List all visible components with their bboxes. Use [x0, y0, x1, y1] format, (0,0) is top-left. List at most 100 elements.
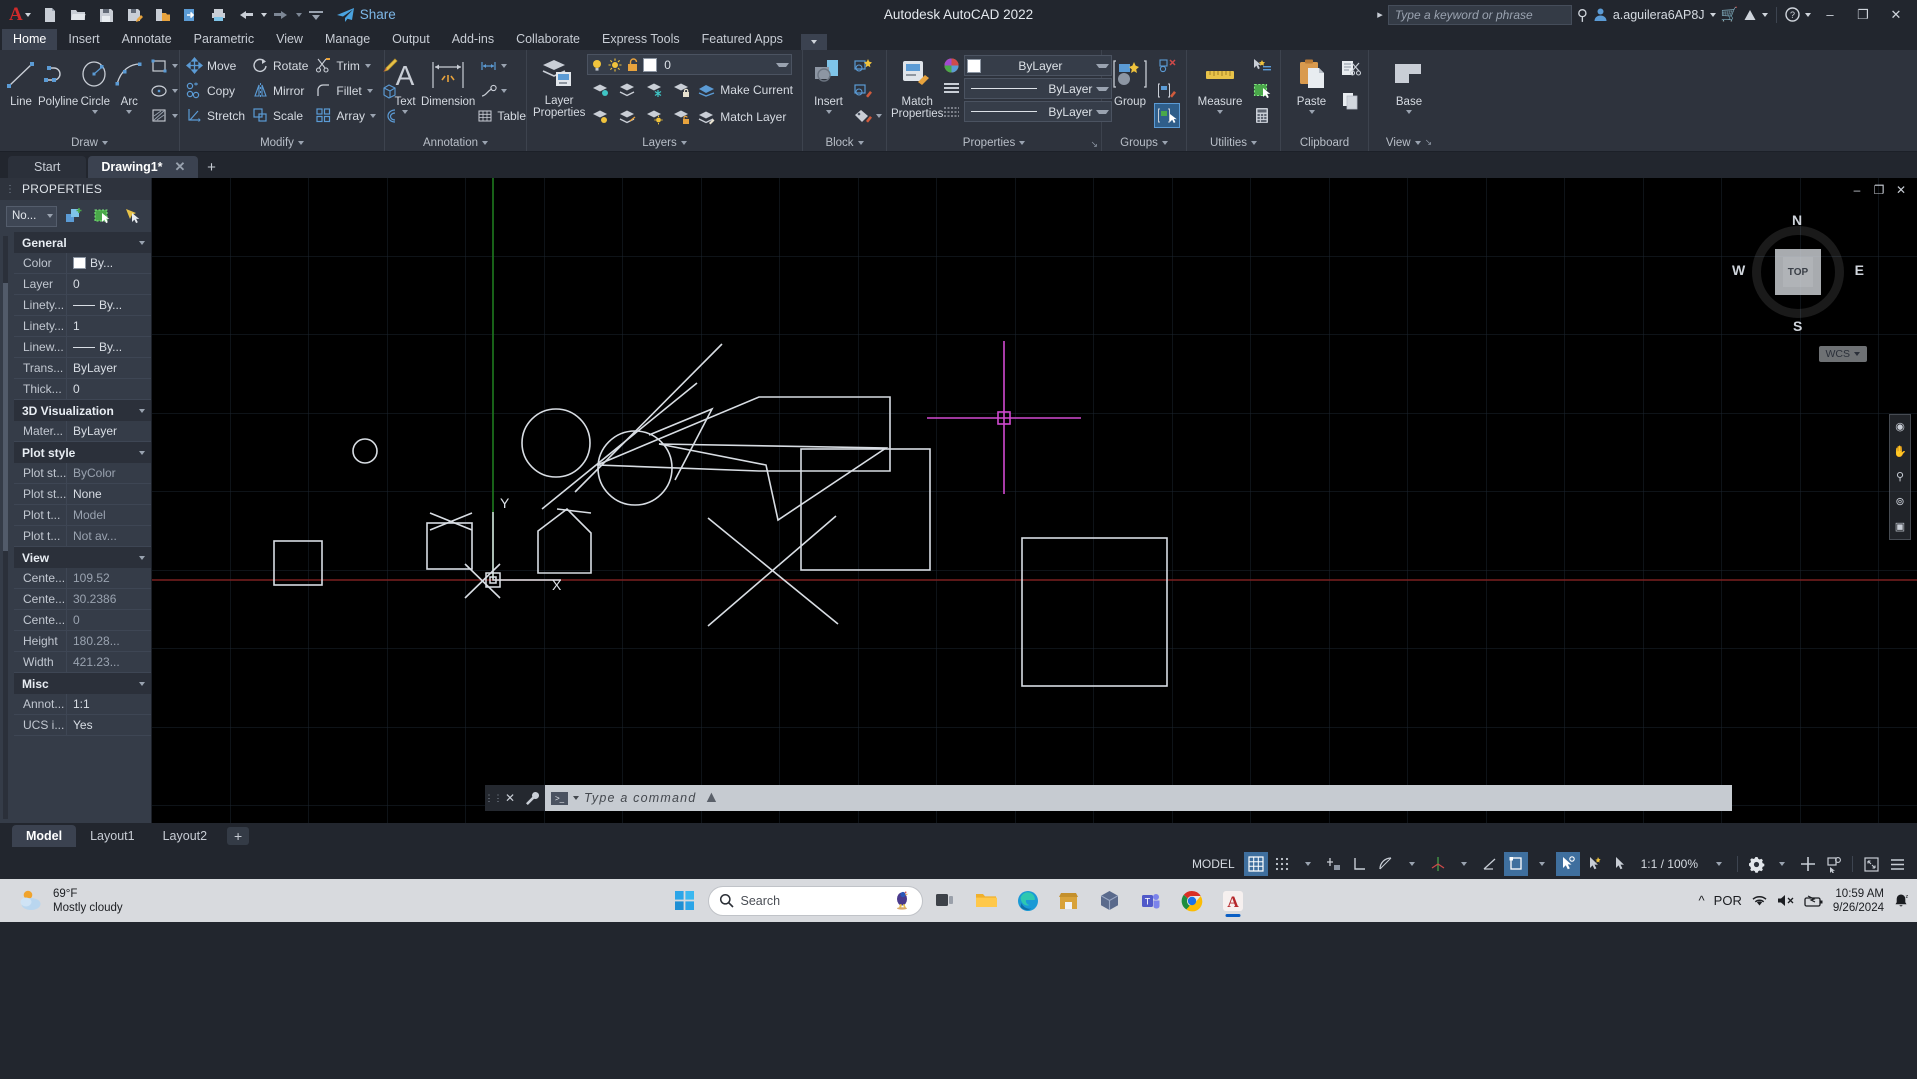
paste-dropdown-icon[interactable] [1308, 110, 1315, 114]
chevron-down-icon[interactable] [776, 62, 790, 67]
redo-button[interactable] [268, 2, 295, 28]
property-value[interactable]: 0 [66, 379, 151, 399]
polar-dropdown[interactable] [1400, 852, 1424, 876]
user-menu-chevron-icon[interactable] [1709, 12, 1716, 17]
select-all-button[interactable] [1249, 78, 1275, 103]
isometric-drafting-toggle[interactable] [1426, 852, 1450, 876]
status-menu-button[interactable] [1885, 852, 1909, 876]
undo-dropdown-icon[interactable] [260, 12, 267, 17]
ribbon-tab-featured-apps[interactable]: Featured Apps [691, 29, 794, 50]
insert-block-button[interactable]: Insert [807, 53, 850, 116]
weather-widget[interactable]: 69°F Mostly cloudy [0, 887, 123, 915]
user-name-label[interactable]: a.aguilera6AP8J [1613, 8, 1705, 22]
attributes-dropdown-icon[interactable] [876, 113, 882, 118]
workspace-dropdown[interactable] [1770, 852, 1794, 876]
property-row-linetype[interactable]: Linety... By... [14, 295, 151, 316]
insert-dropdown-icon[interactable] [825, 110, 832, 114]
quick-select-button[interactable] [1249, 53, 1275, 78]
pickadd-button[interactable] [120, 204, 145, 229]
copy-clip-button[interactable] [1338, 85, 1364, 117]
trim-dropdown-icon[interactable] [364, 63, 371, 68]
infer-constraints-toggle[interactable] [1322, 852, 1346, 876]
property-value[interactable]: By... [66, 253, 151, 273]
property-row-width[interactable]: Width 421.23... [14, 652, 151, 673]
property-row-annotation-scale[interactable]: Annot... 1:1 [14, 694, 151, 715]
view-panel-title[interactable]: View ↘ [1369, 134, 1449, 151]
store-button[interactable] [1051, 883, 1087, 919]
current-layer-combo[interactable]: 0 [587, 54, 793, 75]
layer-on-button[interactable] [587, 104, 613, 129]
open-file-button[interactable] [65, 2, 92, 28]
zoom-icon[interactable]: ⚲ [1892, 469, 1908, 485]
taskbar-search-input[interactable]: Search [707, 885, 923, 916]
property-row-plot-style[interactable]: Plot st... ByColor [14, 463, 151, 484]
expand-search-icon[interactable]: ▸ [1377, 8, 1383, 21]
property-value[interactable]: 1 [66, 316, 151, 336]
minimize-canvas-button[interactable]: – [1847, 180, 1867, 200]
scale-dropdown[interactable] [1707, 852, 1731, 876]
property-value[interactable]: None [66, 484, 151, 504]
property-row-thickness[interactable]: Thick... 0 [14, 379, 151, 400]
close-window-button[interactable]: ✕ [1882, 2, 1910, 28]
workspace-settings-button[interactable] [1744, 852, 1768, 876]
close-icon[interactable]: ✕ [502, 785, 518, 811]
command-expand-icon[interactable]: ▲ [701, 789, 721, 807]
base-view-button[interactable]: Base [1381, 53, 1437, 116]
snap-mode-toggle[interactable] [1270, 852, 1294, 876]
quick-select-props-button[interactable] [61, 204, 86, 229]
property-group-view[interactable]: View [14, 547, 151, 568]
ribbon-tab-manage[interactable]: Manage [314, 29, 381, 50]
polyline-tool-button[interactable]: Polyline [38, 53, 78, 110]
mirror-tool-button[interactable]: Mirror [250, 78, 313, 103]
rectangle-tool-button[interactable] [146, 53, 172, 78]
clean-screen-button[interactable] [1859, 852, 1883, 876]
orbit-icon[interactable]: ⊚ [1892, 494, 1908, 510]
keyword-search-input[interactable]: Type a keyword or phrase [1387, 4, 1572, 25]
restore-canvas-button[interactable]: ❐ [1869, 180, 1889, 200]
autocad-taskbar-button[interactable]: A [1215, 883, 1251, 919]
match-layer-button[interactable]: Match Layer [695, 104, 791, 129]
groups-panel-title[interactable]: Groups [1102, 134, 1186, 151]
bell-icon[interactable]: z [1893, 893, 1909, 909]
start-button[interactable] [667, 883, 703, 919]
cart-icon[interactable]: 🛒 [1721, 6, 1738, 23]
chevron-down-icon[interactable] [573, 796, 579, 800]
scale-tool-button[interactable]: Scale [250, 103, 313, 128]
make-current-button[interactable]: Make Current [695, 77, 798, 102]
edit-block-button[interactable] [850, 78, 876, 103]
close-canvas-button[interactable]: ✕ [1891, 180, 1911, 200]
view-cube-east-label[interactable]: E [1855, 262, 1864, 278]
create-block-button[interactable] [850, 53, 876, 78]
restore-window-button[interactable]: ❐ [1849, 2, 1877, 28]
unlock-icon[interactable] [626, 57, 639, 72]
wcs-selector[interactable]: WCS [1818, 346, 1867, 362]
layers-panel-title[interactable]: Layers [527, 134, 802, 151]
stretch-tool-button[interactable]: Stretch [184, 103, 250, 128]
view-cube-south-label[interactable]: S [1793, 318, 1802, 334]
hatch-dropdown-icon[interactable] [172, 113, 179, 118]
iso-dropdown[interactable] [1452, 852, 1476, 876]
layer-thaw-button[interactable] [641, 104, 667, 129]
drawing-canvas[interactable]: Y X – ❐ ✕ TOP N S E W WCS ◉ ✋ ⚲ ⊚ ▣ ⋮⋮ ✕… [152, 178, 1917, 823]
leader-dropdown-icon[interactable] [501, 88, 508, 93]
rectangle-dropdown-icon[interactable] [172, 63, 179, 68]
clipboard-panel-title[interactable]: Clipboard [1281, 134, 1368, 151]
property-row-layer[interactable]: Layer 0 [14, 274, 151, 295]
layer-off-button[interactable] [587, 77, 613, 102]
autocad-a-logo[interactable]: A [4, 4, 25, 26]
define-attributes-button[interactable] [850, 103, 876, 128]
palette-grip-icon[interactable]: ⋮ [5, 184, 16, 195]
cut-button[interactable] [1338, 53, 1364, 85]
ribbon-tab-express-tools[interactable]: Express Tools [591, 29, 691, 50]
property-group-3d-visualization[interactable]: 3D Visualization [14, 400, 151, 421]
ribbon-tab-insert[interactable]: Insert [57, 29, 110, 50]
plot-button[interactable] [205, 2, 232, 28]
group-selection-toggle-button[interactable] [1154, 103, 1180, 128]
rotate-tool-button[interactable]: Rotate [250, 53, 313, 78]
pan-hand-icon[interactable]: ✋ [1892, 444, 1908, 460]
property-group-general[interactable]: General [14, 232, 151, 253]
layer-unlock-button[interactable] [668, 104, 694, 129]
annotation-visibility-toggle[interactable] [1582, 852, 1606, 876]
measure-button[interactable]: Measure [1191, 53, 1249, 116]
move-tool-button[interactable]: Move [184, 53, 250, 78]
